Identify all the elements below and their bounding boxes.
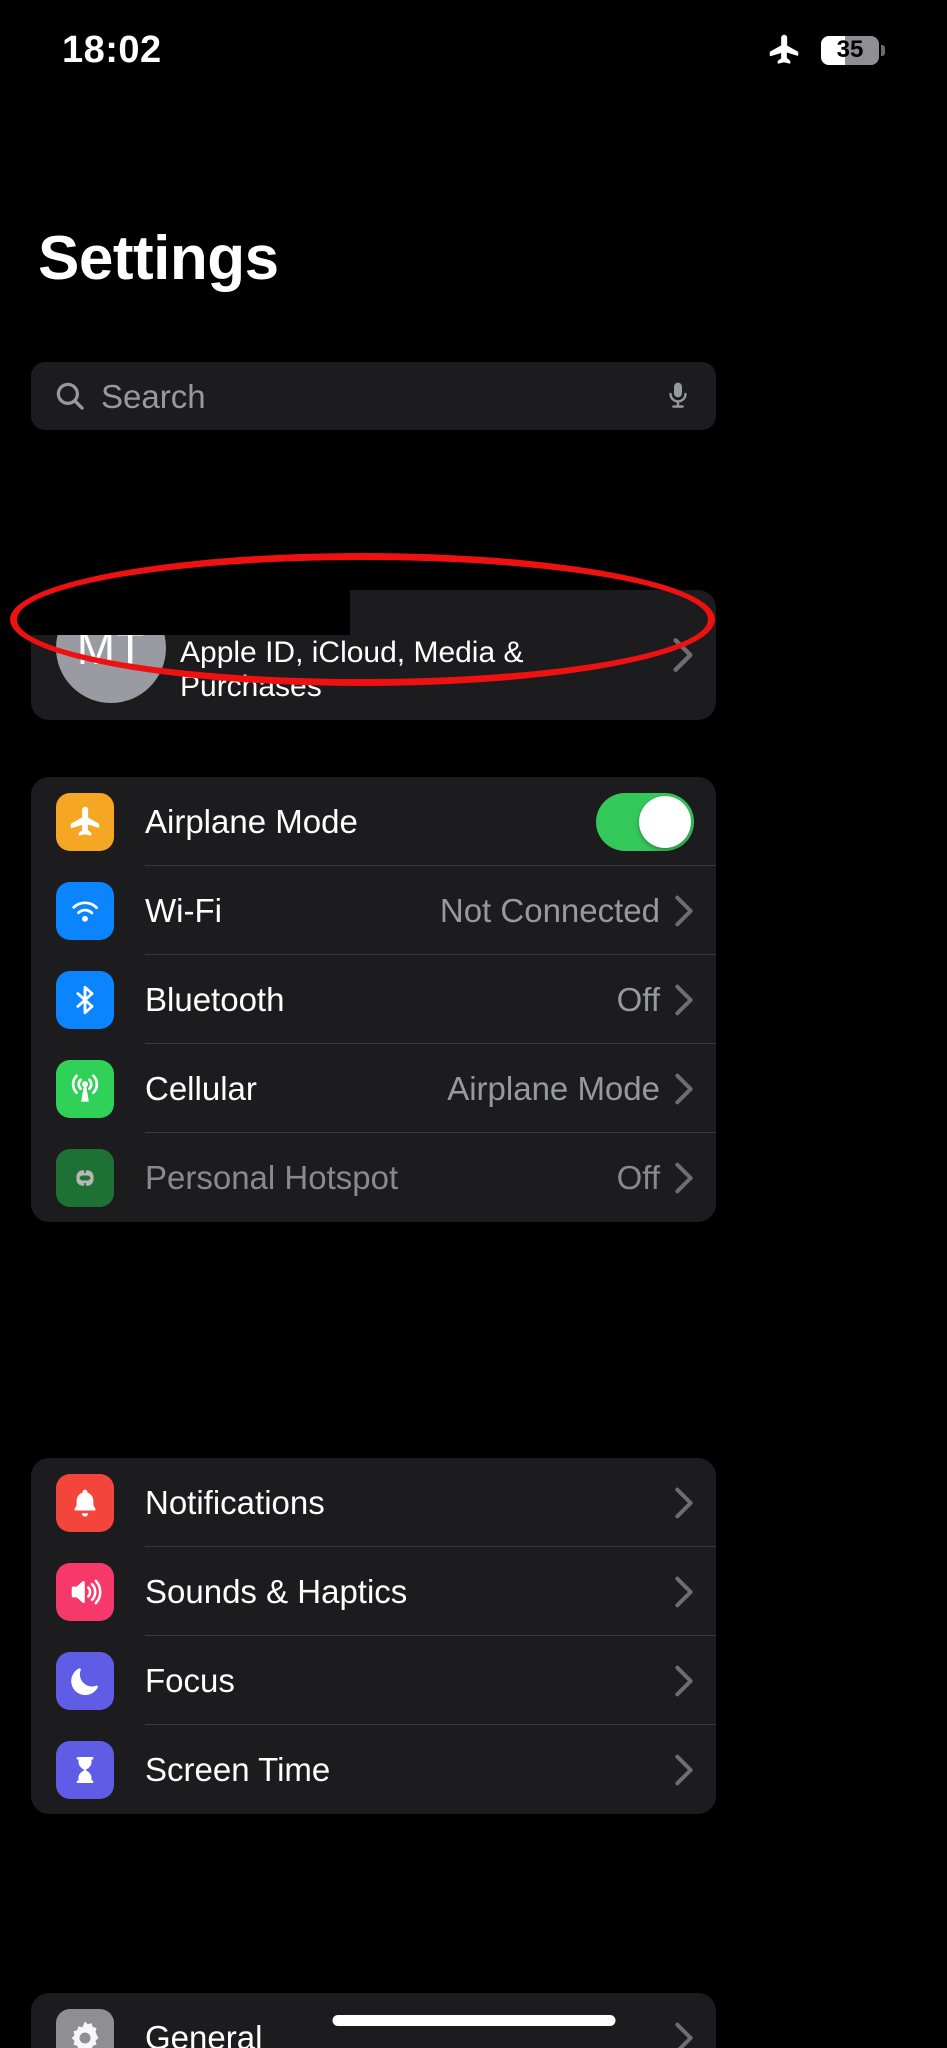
microphone-icon[interactable]: [662, 380, 694, 412]
settings-row-cellular[interactable]: Cellular Airplane Mode: [31, 1044, 716, 1133]
cellular-icon: [56, 1059, 114, 1118]
settings-row-focus[interactable]: Focus: [31, 1636, 716, 1725]
row-value: Not Connected: [439, 892, 660, 929]
chevron-right-icon: [674, 1664, 694, 1698]
row-label: Screen Time: [145, 1751, 331, 1788]
status-bar: 18:02 35: [0, 0, 947, 100]
battery-cap: [881, 44, 885, 56]
row-label: Bluetooth: [145, 981, 285, 1018]
hourglass-icon: [56, 1740, 114, 1799]
apple-id-subtitle: Apple ID, iCloud, Media & Purchases: [180, 635, 524, 704]
toggle-knob: [639, 795, 691, 848]
row-value: Off: [616, 981, 660, 1018]
chevron-right-icon: [674, 983, 694, 1017]
settings-row-sounds-haptics[interactable]: Sounds & Haptics: [31, 1547, 716, 1636]
chevron-right-icon: [674, 1753, 694, 1787]
chevron-right-icon: [672, 636, 694, 674]
status-bar-indicators: 35: [765, 31, 885, 69]
settings-row-wifi[interactable]: Wi-Fi Not Connected: [31, 866, 716, 955]
settings-row-notifications[interactable]: Notifications: [31, 1458, 716, 1547]
search-icon: [53, 379, 101, 413]
row-label: Focus: [145, 1662, 235, 1699]
status-bar-clock: 18:02: [62, 29, 162, 71]
settings-row-personal-hotspot[interactable]: Personal Hotspot Off: [31, 1133, 716, 1222]
notifications-card: Notifications Sounds & Haptics Focus Scr…: [31, 1458, 716, 1814]
row-label: Sounds & Haptics: [145, 1573, 408, 1610]
chevron-right-icon: [674, 1161, 694, 1195]
chevron-right-icon: [674, 1575, 694, 1609]
wifi-icon: [56, 881, 114, 940]
search-input[interactable]: Search: [101, 380, 662, 413]
moon-icon: [56, 1651, 114, 1710]
hotspot-icon: [56, 1148, 114, 1207]
row-label: Notifications: [145, 1484, 325, 1521]
airplane-icon: [56, 792, 114, 851]
row-value: Airplane Mode: [447, 1070, 660, 1107]
bell-icon: [56, 1473, 114, 1532]
chevron-right-icon: [674, 894, 694, 928]
row-label: Airplane Mode: [145, 803, 358, 840]
row-value: Off: [616, 1159, 660, 1196]
chevron-right-icon: [674, 1486, 694, 1520]
gear-icon: [56, 2008, 114, 2048]
connectivity-card: Airplane Mode Wi-Fi Not Connected Blueto…: [31, 777, 716, 1222]
airplane-mode-toggle[interactable]: [596, 792, 694, 851]
settings-row-airplane-mode[interactable]: Airplane Mode: [31, 777, 716, 866]
redaction-block-left: [0, 500, 350, 635]
bluetooth-icon: [56, 970, 114, 1029]
row-label: Personal Hotspot: [145, 1159, 399, 1196]
settings-row-bluetooth[interactable]: Bluetooth Off: [31, 955, 716, 1044]
chevron-right-icon: [674, 1072, 694, 1106]
page-title: Settings: [38, 224, 279, 293]
redaction-block-right: [350, 500, 947, 590]
row-label: Cellular: [145, 1070, 257, 1107]
home-indicator: [332, 2015, 615, 2026]
search-bar[interactable]: Search: [31, 362, 716, 430]
battery-percent-label: 35: [836, 36, 864, 63]
chevron-right-icon: [674, 2021, 694, 2048]
airplane-mode-status-icon: [765, 31, 803, 69]
row-label: Wi-Fi: [145, 892, 222, 929]
battery-indicator: 35: [821, 35, 885, 65]
speaker-icon: [56, 1562, 114, 1621]
settings-row-screen-time[interactable]: Screen Time: [31, 1725, 716, 1814]
